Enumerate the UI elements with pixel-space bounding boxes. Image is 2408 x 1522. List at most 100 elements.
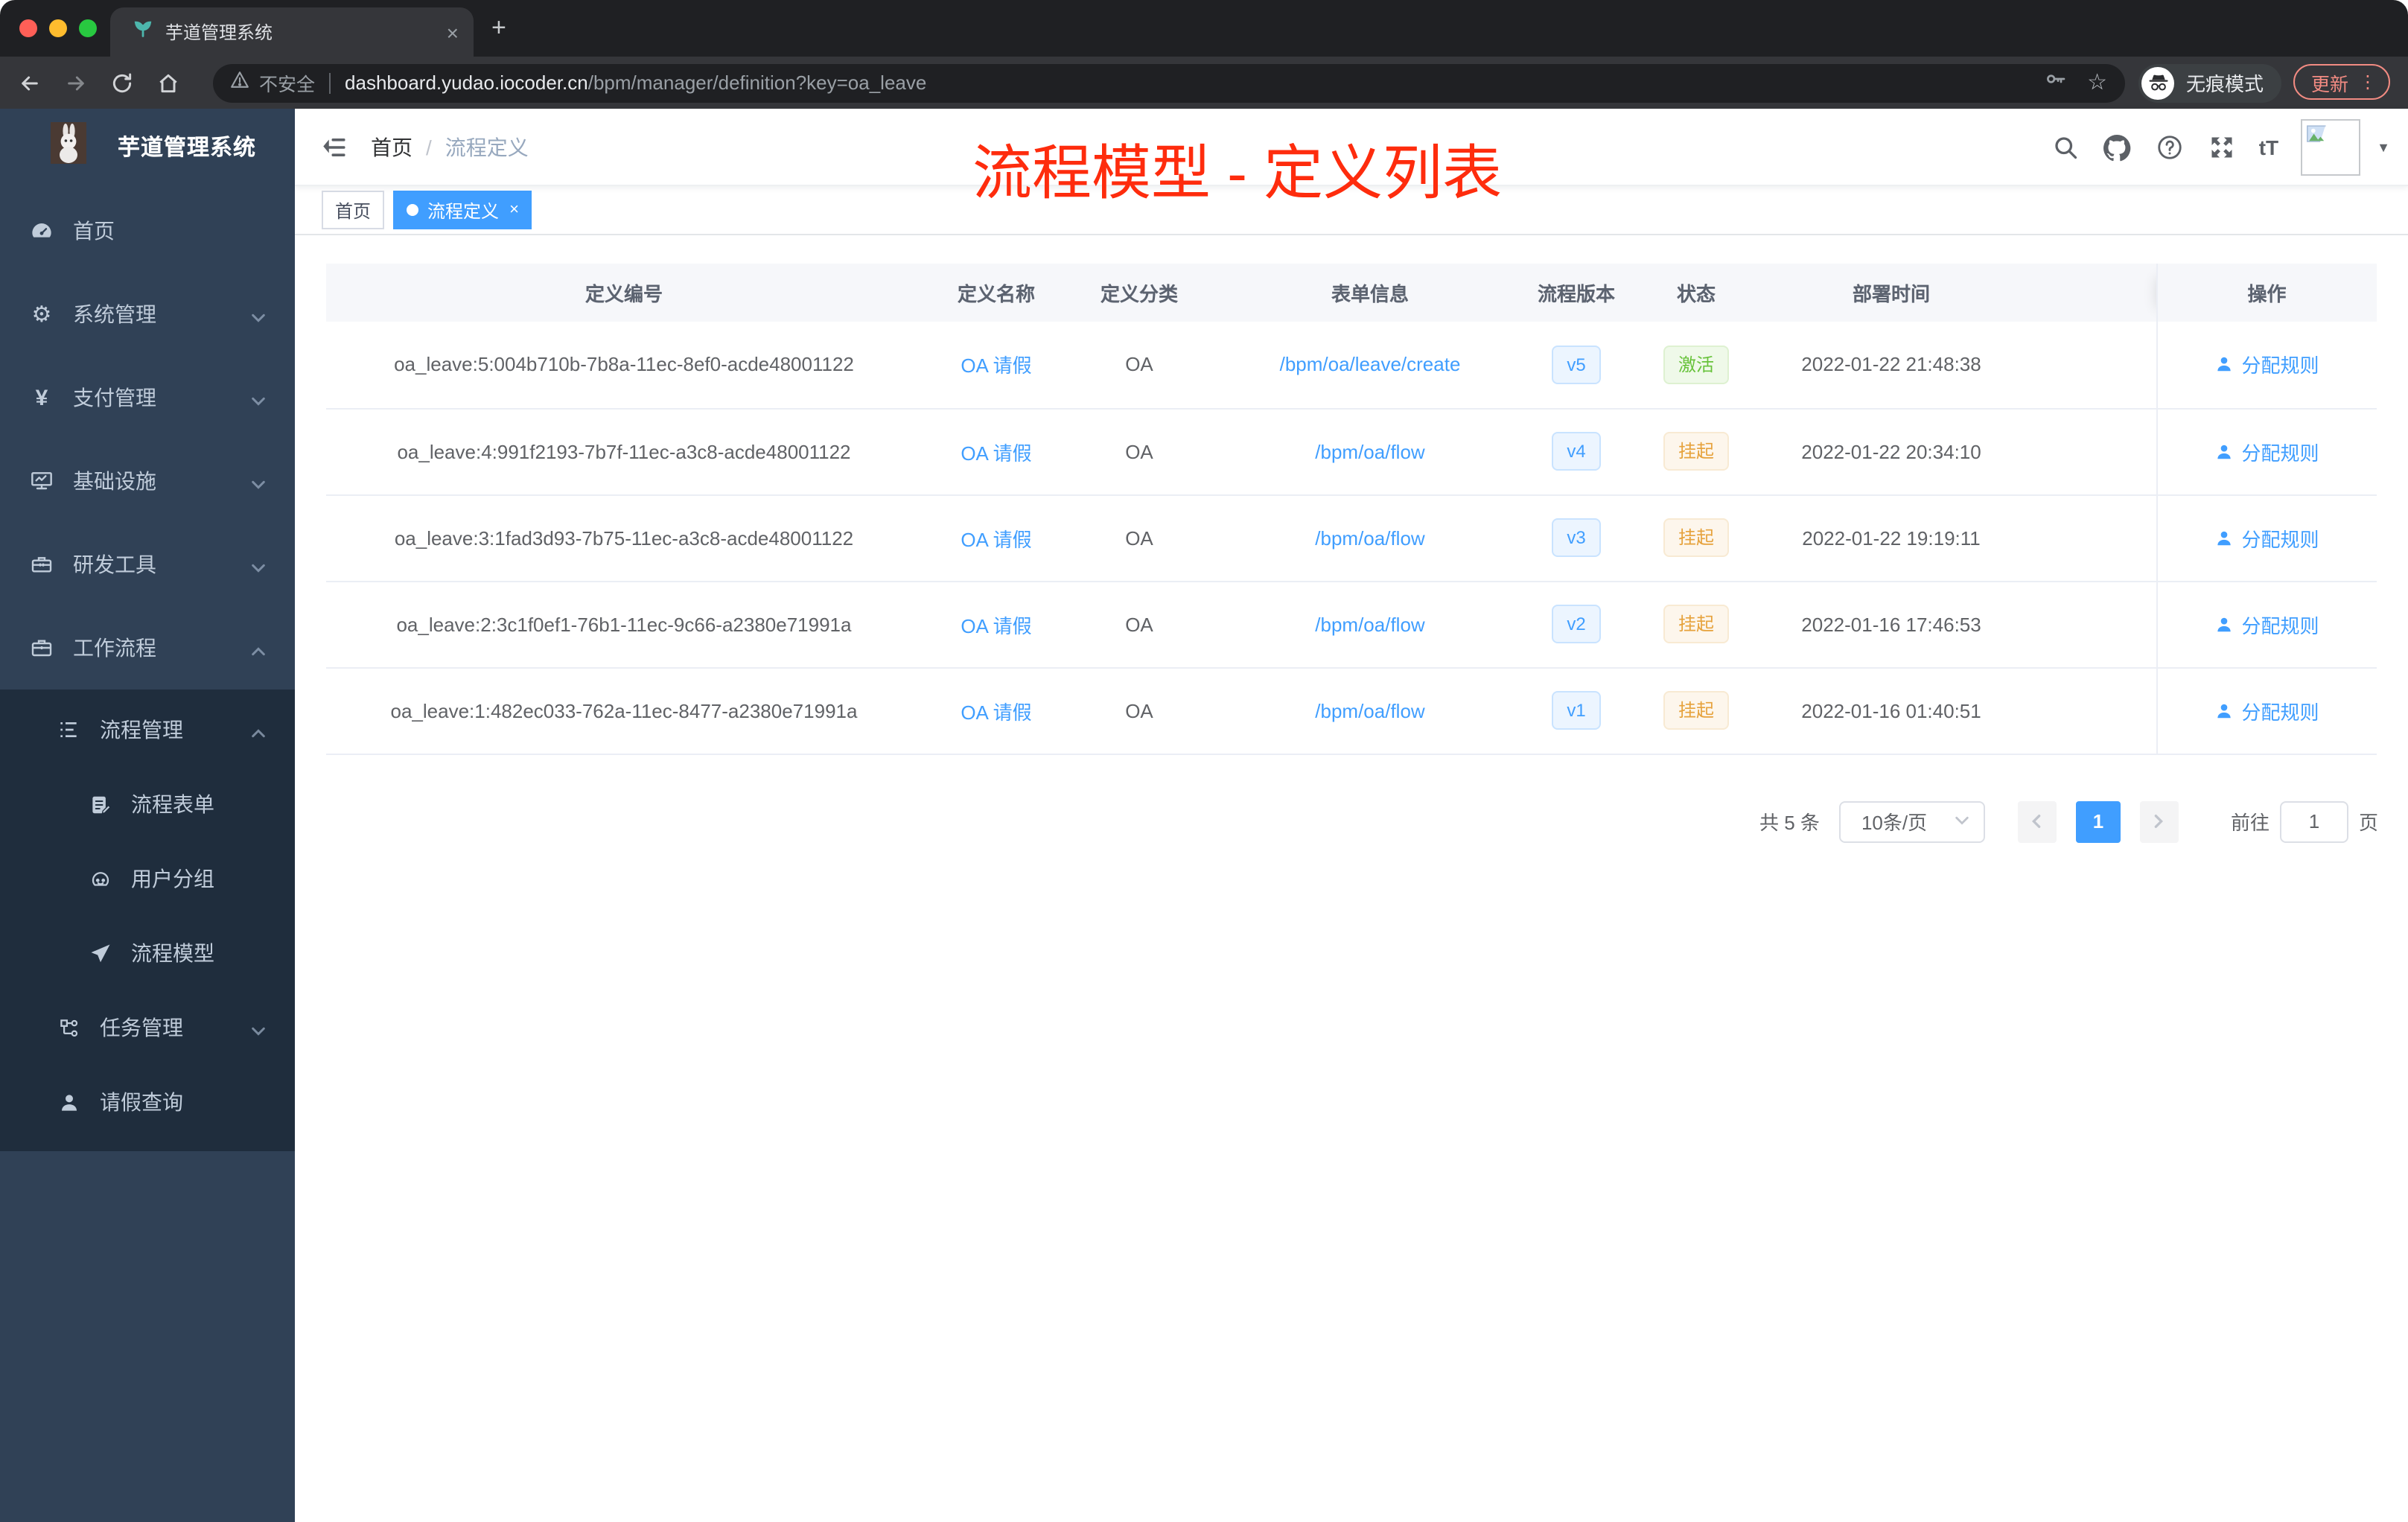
- definition-name-link[interactable]: OA 请假: [961, 355, 1031, 378]
- org-tree-icon: [57, 1016, 80, 1039]
- definition-name-link[interactable]: OA 请假: [961, 701, 1031, 723]
- new-tab-icon[interactable]: +: [491, 12, 506, 45]
- assign-rule-button[interactable]: 分配规则: [2214, 351, 2319, 379]
- face-icon: [88, 867, 112, 890]
- form-link[interactable]: /bpm/oa/flow: [1315, 613, 1424, 635]
- col-deploy-time: 部署时间: [1772, 264, 2010, 322]
- next-page-button[interactable]: [2139, 800, 2179, 842]
- text-size-icon[interactable]: tT: [2259, 136, 2278, 159]
- chevron-down-icon: [250, 557, 267, 581]
- col-definition-category: 定义分类: [1071, 264, 1208, 322]
- sidebar-item-dev-tools[interactable]: 研发工具: [0, 523, 295, 606]
- goto-label: 前往: [2230, 812, 2270, 834]
- browser-update-button[interactable]: 更新 ⋮: [2293, 64, 2391, 100]
- definition-name-link[interactable]: OA 请假: [961, 614, 1031, 637]
- cell-definition-id: oa_leave:1:482ec033-762a-11ec-8477-a2380…: [326, 667, 922, 754]
- avatar[interactable]: [2301, 119, 2361, 176]
- goto-page-input[interactable]: [2279, 800, 2348, 842]
- minimize-window-button[interactable]: [49, 19, 67, 37]
- sidebar-item-home[interactable]: 首页: [0, 189, 295, 273]
- dashboard-icon: [30, 219, 54, 243]
- definition-name-link[interactable]: OA 请假: [961, 528, 1031, 550]
- page-number-button[interactable]: 1: [2075, 800, 2121, 842]
- back-icon[interactable]: [15, 69, 45, 98]
- col-actions: 操作: [2156, 264, 2377, 322]
- key-icon[interactable]: [2042, 67, 2066, 98]
- avatar-caret-icon[interactable]: ▼: [2377, 140, 2390, 155]
- sidebar-item-payment[interactable]: ¥ 支付管理: [0, 356, 295, 439]
- hamburger-icon[interactable]: [322, 133, 348, 160]
- close-window-button[interactable]: [19, 19, 37, 37]
- version-badge: v1: [1552, 691, 1601, 730]
- form-link[interactable]: /bpm/oa/flow: [1315, 526, 1424, 549]
- page-size-select[interactable]: 10条/页: [1838, 800, 1985, 842]
- user-icon: [57, 1091, 80, 1113]
- security-label[interactable]: 不安全: [259, 69, 315, 97]
- form-edit-icon: [88, 793, 112, 815]
- assign-rule-button[interactable]: 分配规则: [2214, 523, 2319, 552]
- bookmark-star-icon[interactable]: ☆: [2087, 71, 2107, 94]
- breadcrumb-separator: /: [426, 135, 432, 159]
- pagination: 共 5 条 10条/页 1 前往 页: [295, 800, 2378, 842]
- gear-icon: ⚙: [31, 302, 52, 328]
- assign-rule-button[interactable]: 分配规则: [2214, 437, 2319, 465]
- sidebar-item-process-form[interactable]: 流程表单: [0, 767, 295, 841]
- sidebar-item-workflow[interactable]: 工作流程: [0, 606, 295, 690]
- list-tree-icon: [57, 718, 80, 742]
- assign-rule-button[interactable]: 分配规则: [2214, 610, 2319, 638]
- incognito-label: 无痕模式: [2186, 73, 2264, 95]
- prev-page-button[interactable]: [2017, 800, 2057, 842]
- cell-category: OA: [1071, 581, 1208, 668]
- sidebar-item-task-management[interactable]: 任务管理: [0, 990, 295, 1065]
- sidebar-item-process-management[interactable]: 流程管理: [0, 692, 295, 767]
- tab-close-icon[interactable]: ×: [447, 20, 459, 44]
- col-definition-name: 定义名称: [922, 264, 1071, 322]
- select-caret-icon: [1954, 811, 1970, 832]
- cell-category: OA: [1071, 322, 1208, 409]
- breadcrumb-home[interactable]: 首页: [371, 132, 413, 162]
- tag-close-icon[interactable]: ×: [509, 201, 519, 219]
- status-badge: 挂起: [1663, 605, 1729, 643]
- rabbit-logo: [51, 121, 86, 171]
- search-icon[interactable]: [2051, 133, 2080, 162]
- sidebar-item-system[interactable]: ⚙ 系统管理: [0, 273, 295, 356]
- maximize-window-button[interactable]: [79, 19, 97, 37]
- url-bar[interactable]: 不安全 dashboard.yudao.iocoder.cn/bpm/manag…: [213, 63, 2125, 102]
- chevron-down-icon: [250, 474, 267, 497]
- sidebar-item-user-group[interactable]: 用户分组: [0, 841, 295, 916]
- sidebar-item-infrastructure[interactable]: 基础设施: [0, 439, 295, 523]
- form-link[interactable]: /bpm/oa/flow: [1315, 440, 1424, 462]
- sidebar-item-process-model[interactable]: 流程模型: [0, 916, 295, 990]
- browser-tab[interactable]: 芋道管理系统 ×: [110, 7, 474, 57]
- assign-rule-button[interactable]: 分配规则: [2214, 696, 2319, 725]
- form-link[interactable]: /bpm/oa/leave/create: [1280, 354, 1461, 376]
- fullscreen-icon[interactable]: [2207, 133, 2237, 162]
- version-badge: v2: [1552, 605, 1601, 643]
- url-text: dashboard.yudao.iocoder.cn/bpm/manager/d…: [345, 71, 927, 94]
- chevron-down-icon: [250, 1020, 267, 1044]
- help-icon[interactable]: [2155, 133, 2185, 162]
- definition-name-link[interactable]: OA 请假: [961, 442, 1031, 464]
- browser-window: 芋道管理系统 × + 不安全 dashboard.yudao.iocoder.c…: [0, 0, 2408, 1522]
- reload-icon[interactable]: [107, 69, 137, 98]
- browser-menu-icon[interactable]: ⋮: [2359, 71, 2377, 92]
- cell-deploy-time: 2022-01-22 21:48:38: [1772, 322, 2010, 409]
- version-badge: v4: [1552, 432, 1601, 471]
- definition-table: 定义编号 定义名称 定义分类 表单信息 流程版本 状态 部署时间 操作 oa_l…: [326, 264, 2378, 754]
- chevron-down-icon: [250, 307, 267, 331]
- forward-icon[interactable]: [61, 69, 91, 98]
- form-link[interactable]: /bpm/oa/flow: [1315, 699, 1424, 722]
- sidebar-item-leave-query[interactable]: 请假查询: [0, 1065, 295, 1139]
- toolbox-icon: [30, 553, 54, 576]
- app-logo-row[interactable]: 芋道管理系统: [0, 109, 295, 183]
- content-area: 定义编号 定义名称 定义分类 表单信息 流程版本 状态 部署时间 操作 oa_l…: [295, 264, 2408, 842]
- tag-process-definition[interactable]: 流程定义 ×: [393, 191, 532, 229]
- home-icon[interactable]: [153, 69, 183, 98]
- cell-definition-id: oa_leave:4:991f2193-7b7f-11ec-a3c8-acde4…: [326, 408, 922, 495]
- col-process-version: 流程版本: [1532, 264, 1620, 322]
- tag-home[interactable]: 首页: [322, 191, 385, 229]
- window-controls: [19, 19, 97, 37]
- table-row: oa_leave:3:1fad3d93-7b75-11ec-a3c8-acde4…: [326, 494, 2377, 582]
- github-icon[interactable]: [2103, 133, 2133, 162]
- breadcrumb-current: 流程定义: [445, 135, 529, 159]
